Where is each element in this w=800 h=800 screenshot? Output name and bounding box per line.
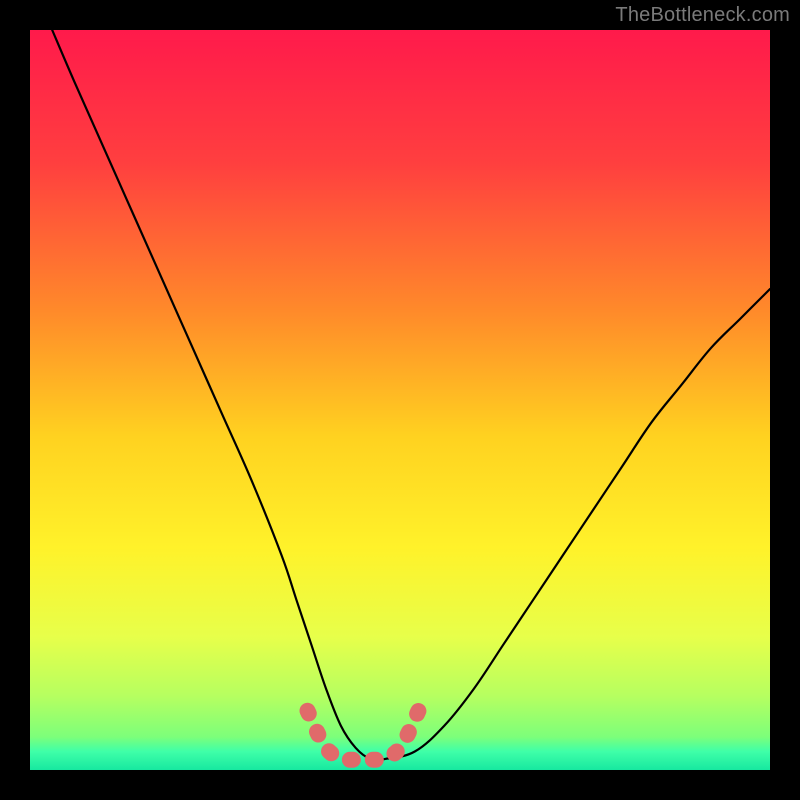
watermark-text: TheBottleneck.com — [615, 4, 790, 27]
bottleneck-chart — [0, 0, 800, 800]
chart-frame: TheBottleneck.com — [0, 0, 800, 800]
gradient-background — [30, 30, 770, 770]
